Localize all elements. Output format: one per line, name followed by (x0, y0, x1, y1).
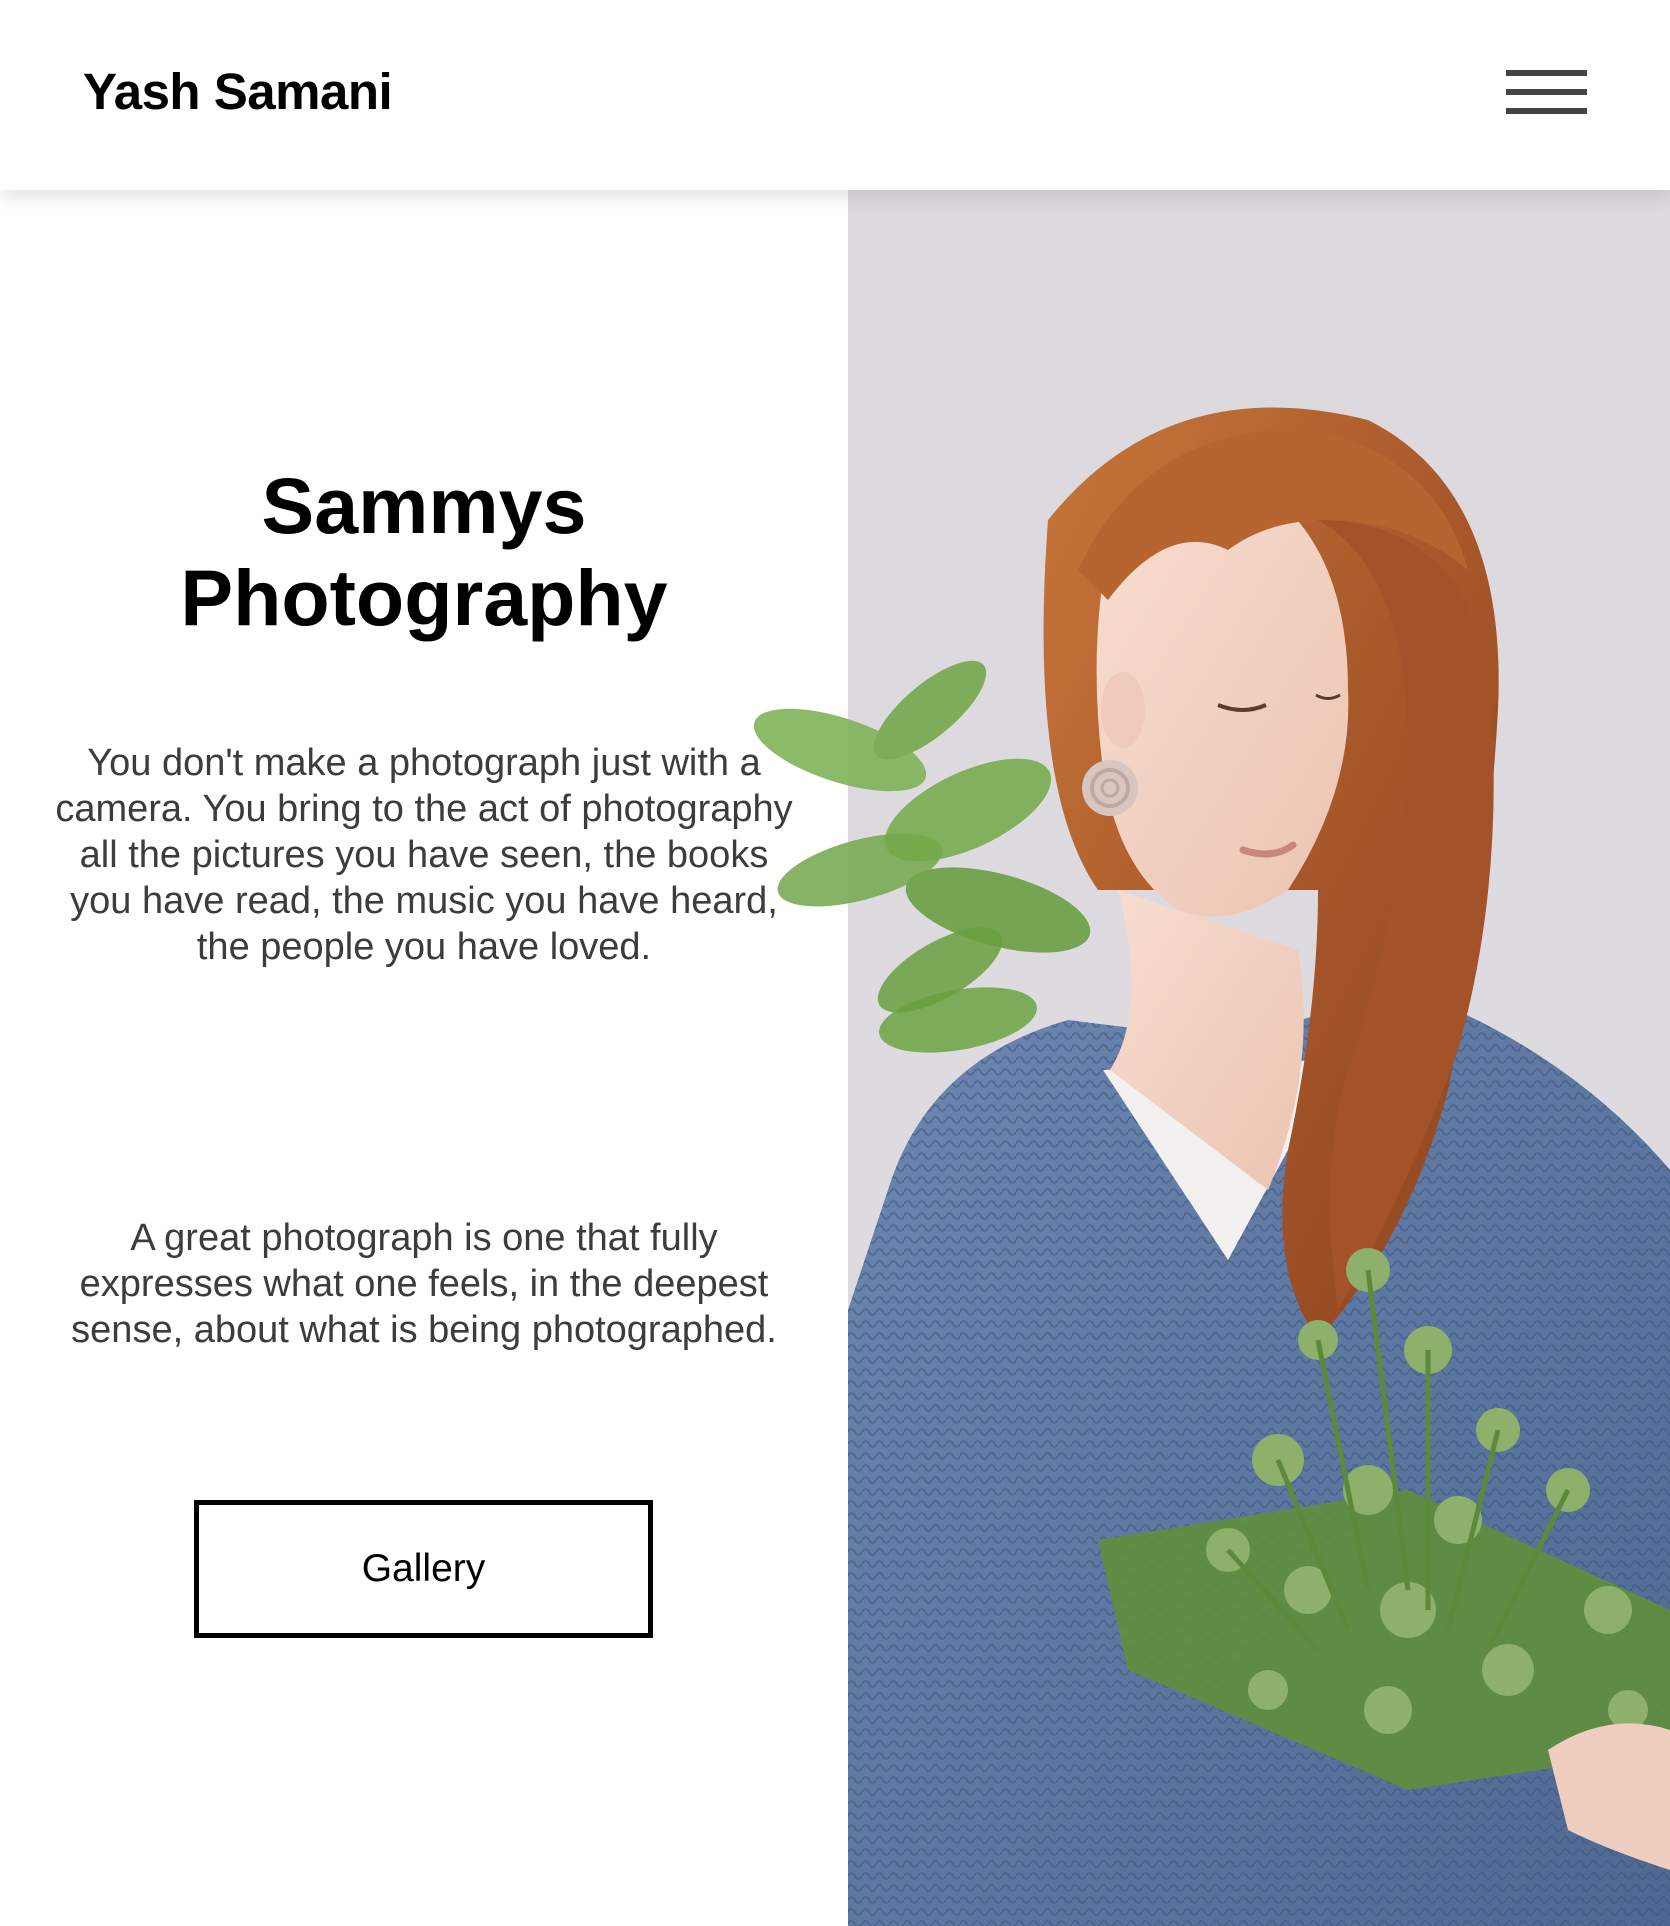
menu-bar (1506, 108, 1587, 114)
menu-bar (1506, 89, 1587, 95)
menu-bar (1506, 70, 1587, 76)
quote-1: You don't make a photograph just with a … (55, 742, 793, 968)
hamburger-menu-icon[interactable] (1506, 70, 1587, 118)
site-brand[interactable]: Yash Samani (83, 62, 393, 122)
portrait-illustration (848, 407, 1670, 1926)
page-title: Sammys Photography (0, 460, 848, 644)
hero-text-panel: Sammys Photography You don't make a phot… (0, 190, 848, 1926)
hero-photo (848, 190, 1670, 1926)
quote-2: A great photograph is one that fully exp… (71, 1217, 777, 1351)
page-title-line-1: Sammys (261, 461, 587, 550)
page: Yash Samani Sammys Photography You don't… (0, 0, 1670, 1926)
site-header: Yash Samani (0, 0, 1670, 190)
page-title-line-2: Photography (180, 553, 668, 642)
gallery-button[interactable]: Gallery (194, 1500, 653, 1638)
